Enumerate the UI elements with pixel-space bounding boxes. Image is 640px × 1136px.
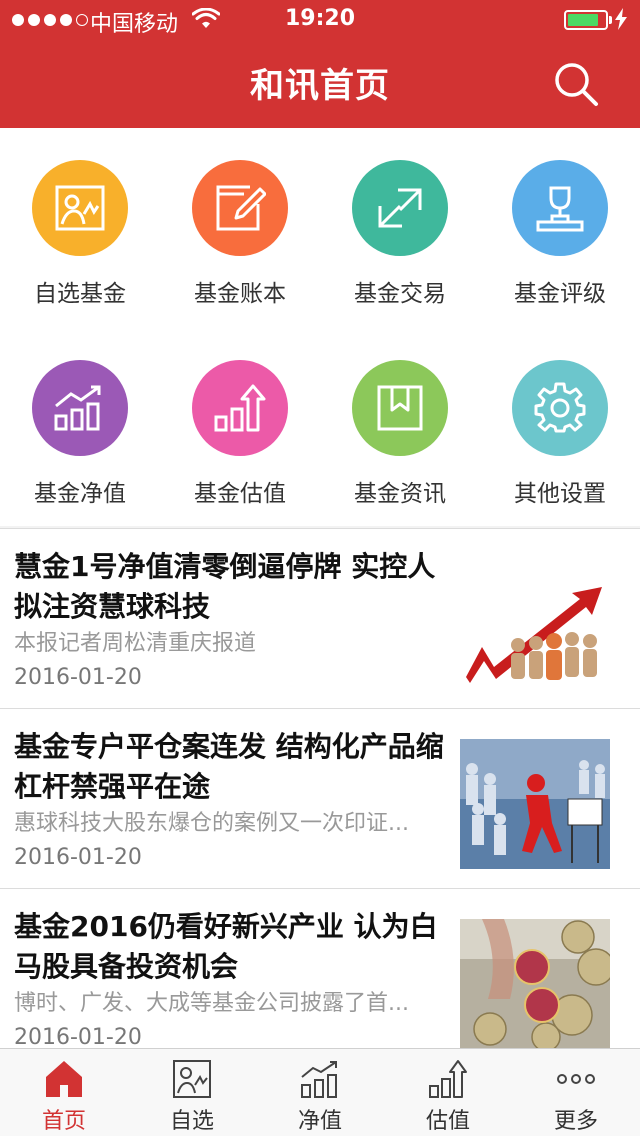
news-title: 慧金1号净值清零倒逼停牌 实控人拟注资慧球科技 <box>14 550 436 623</box>
grid-icon-circle <box>512 360 608 456</box>
news-date: 2016-01-20 <box>14 665 142 690</box>
news-item[interactable]: 基金专户平仓案连发 结构化产品缩杠杆禁强平在途 惠球科技大股东爆仓的案例又一次印… <box>0 708 640 888</box>
news-thumbnail <box>460 739 610 869</box>
exchange-arrows-icon <box>378 188 422 228</box>
home-icon <box>46 1061 82 1097</box>
grid-item-label: 基金评级 <box>514 281 606 307</box>
grid-item-fund-news[interactable]: 基金资讯 <box>320 328 480 527</box>
news-thumbnail <box>460 919 610 1048</box>
feature-grid: 自选基金 基金账本 基金交易 基金评级 基金净值 基金估值 基金资讯 其他设置 <box>0 128 640 526</box>
trophy-icon <box>536 186 584 232</box>
news-title: 基金专户平仓案连发 结构化产品缩杠杆禁强平在途 <box>14 730 444 803</box>
bar-chart-arrow-icon <box>429 1060 467 1098</box>
grid-item-fund-trading[interactable]: 基金交易 <box>320 128 480 327</box>
image-frame-icon <box>173 1060 211 1098</box>
bar-chart-up-icon <box>54 385 101 431</box>
news-summary: 博时、广发、大成等基金公司披露了首... <box>14 991 409 1016</box>
news-summary: 本报记者周松清重庆报道 <box>14 631 257 656</box>
grid-icon-circle <box>32 360 128 456</box>
charging-bolt-icon <box>615 8 627 30</box>
grid-item-label: 基金净值 <box>34 481 126 507</box>
grid-item-self-selected-funds[interactable]: 自选基金 <box>0 128 160 327</box>
app-header: 中国移动 19:20 和讯首页 <box>0 0 640 128</box>
tab-label: 首页 <box>41 1109 86 1134</box>
grid-item-label: 其他设置 <box>514 481 606 507</box>
grid-item-fund-estimate[interactable]: 基金估值 <box>160 328 320 527</box>
grid-icon-circle <box>192 160 288 256</box>
grid-item-label: 基金资讯 <box>354 481 446 507</box>
grid-icon-circle <box>352 160 448 256</box>
news-list: 慧金1号净值清零倒逼停牌 实控人拟注资慧球科技 本报记者周松清重庆报道 2016… <box>0 528 640 1048</box>
grid-item-label: 基金账本 <box>194 281 286 307</box>
grid-item-label: 基金估值 <box>194 481 286 507</box>
grid-icon-circle <box>192 360 288 456</box>
tab-watchlist[interactable]: 自选 <box>128 1049 256 1136</box>
grid-icon-circle <box>32 160 128 256</box>
tab-bar: 首页 自选 净值 估值 更多 <box>0 1048 640 1136</box>
tab-estimate[interactable]: 估值 <box>384 1049 512 1136</box>
bar-chart-arrow-icon <box>214 384 266 432</box>
news-item[interactable]: 基金2016仍看好新兴产业 认为白马股具备投资机会 博时、广发、大成等基金公司披… <box>0 888 640 1048</box>
bookmark-book-icon <box>377 385 423 431</box>
status-time: 19:20 <box>284 6 356 31</box>
page-title: 和讯首页 <box>250 66 390 106</box>
grid-icon-circle <box>512 160 608 256</box>
grid-item-fund-rating[interactable]: 基金评级 <box>480 128 640 327</box>
tab-home[interactable]: 首页 <box>0 1049 128 1136</box>
status-bar: 中国移动 19:20 <box>0 0 640 40</box>
grid-item-fund-ledger[interactable]: 基金账本 <box>160 128 320 327</box>
news-title: 基金2016仍看好新兴产业 认为白马股具备投资机会 <box>14 910 438 983</box>
edit-note-icon <box>216 185 266 231</box>
news-thumbnail <box>460 559 610 689</box>
grid-item-fund-nav[interactable]: 基金净值 <box>0 328 160 527</box>
news-date: 2016-01-20 <box>14 1025 142 1048</box>
battery-icon <box>564 10 608 30</box>
grid-item-other-settings[interactable]: 其他设置 <box>480 328 640 527</box>
tab-label: 净值 <box>297 1109 342 1134</box>
grid-icon-circle <box>352 360 448 456</box>
grid-item-label: 基金交易 <box>354 281 446 307</box>
news-date: 2016-01-20 <box>14 845 142 870</box>
tab-label: 自选 <box>169 1109 214 1134</box>
tab-label: 估值 <box>425 1109 470 1134</box>
more-dots-icon <box>557 1074 595 1084</box>
gear-icon <box>534 382 586 433</box>
tab-more[interactable]: 更多 <box>512 1049 640 1136</box>
news-summary: 惠球科技大股东爆仓的案例又一次印证... <box>14 811 409 836</box>
search-icon[interactable] <box>552 60 600 108</box>
grid-item-label: 自选基金 <box>34 281 126 307</box>
image-frame-icon <box>55 185 105 231</box>
tab-nav[interactable]: 净值 <box>256 1049 384 1136</box>
news-item[interactable]: 慧金1号净值清零倒逼停牌 实控人拟注资慧球科技 本报记者周松清重庆报道 2016… <box>0 528 640 708</box>
bar-chart-up-icon <box>301 1061 337 1098</box>
tab-label: 更多 <box>553 1109 598 1134</box>
